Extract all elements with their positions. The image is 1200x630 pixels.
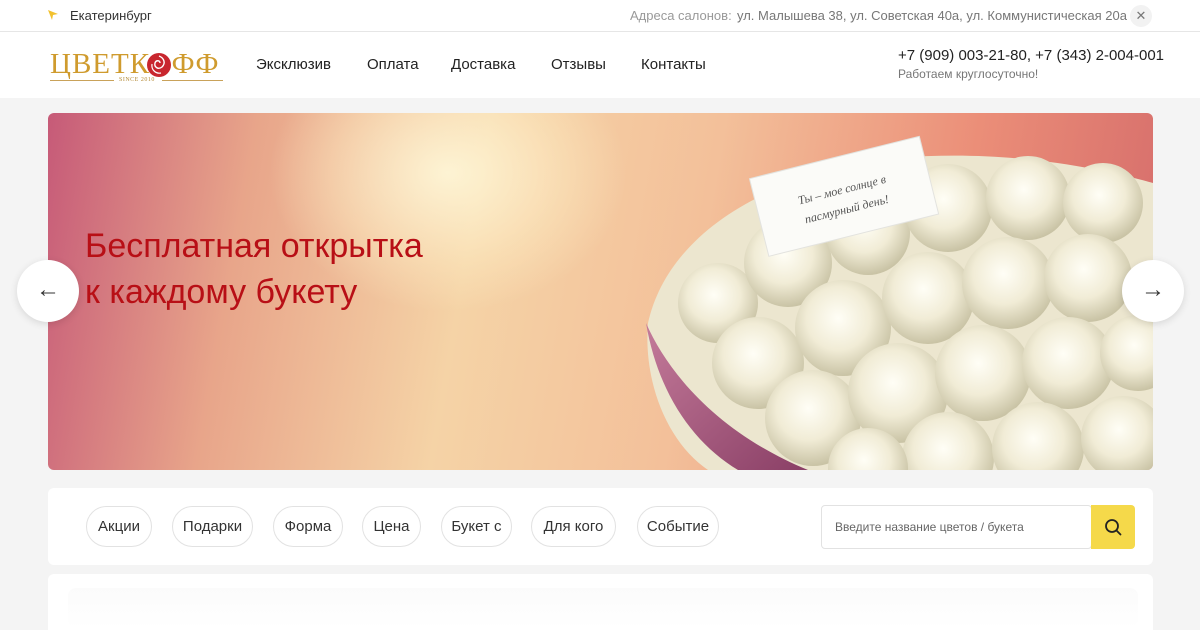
filter-chip-bouquet-with[interactable]: Букет с <box>441 506 512 547</box>
address-label: Адреса салонов: <box>630 8 732 23</box>
phone-numbers[interactable]: +7 (909) 003-21-80, +7 (343) 2-004-001 <box>898 47 1164 64</box>
slider-prev-button[interactable]: ← <box>17 260 79 322</box>
city-selector[interactable]: Екатеринбург <box>70 8 152 23</box>
salon-addresses: ул. Малышева 38, ул. Советская 40а, ул. … <box>737 8 1127 23</box>
rose-icon <box>147 53 171 77</box>
logo[interactable]: ЦВЕТКОФФ SINCE 2010 <box>50 48 225 88</box>
search-input[interactable] <box>822 506 1092 548</box>
slider-next-button[interactable]: → <box>1122 260 1184 322</box>
nav-payment[interactable]: Оплата <box>367 56 419 73</box>
top-bar: Екатеринбург Адреса салонов: ул. Малышев… <box>0 0 1200 32</box>
catalog-placeholder <box>68 588 1138 628</box>
nav-exclusive[interactable]: Эксклюзив <box>256 56 331 73</box>
logo-since: SINCE 2010 <box>119 77 155 83</box>
banner-title-line-2: к каждому букету <box>85 273 358 311</box>
filter-chip-price[interactable]: Цена <box>362 506 421 547</box>
filter-chip-gifts[interactable]: Подарки <box>172 506 253 547</box>
filter-bar: Акции Подарки Форма Цена Букет с Для ког… <box>48 488 1153 565</box>
nav-contacts[interactable]: Контакты <box>641 56 706 73</box>
filter-chip-shape[interactable]: Форма <box>273 506 343 547</box>
logo-divider-right <box>162 80 223 81</box>
logo-divider-left <box>50 80 114 81</box>
nav-reviews[interactable]: Отзывы <box>551 56 606 73</box>
working-hours: Работаем круглосуточно! <box>898 67 1039 81</box>
location-arrow-icon[interactable] <box>47 9 59 21</box>
promo-banner[interactable]: Ты – мое солнце в пасмурный день! Беспла… <box>48 113 1153 470</box>
banner-title-line-1: Бесплатная открытка <box>85 227 423 265</box>
search-box <box>821 505 1092 549</box>
close-icon[interactable]: ✕ <box>1130 5 1152 27</box>
white-roses-bouquet-image: Ты – мое солнце в пасмурный день! <box>646 135 1153 470</box>
header: ЦВЕТКОФФ SINCE 2010 Эксклюзив Оплата Дос… <box>0 32 1200 98</box>
catalog-panel <box>48 574 1153 630</box>
search-icon <box>1105 519 1122 536</box>
search-button[interactable] <box>1091 505 1135 549</box>
nav-delivery[interactable]: Доставка <box>451 56 515 73</box>
filter-chip-promotions[interactable]: Акции <box>86 506 152 547</box>
banner-title: Бесплатная открытка к каждому букету <box>85 223 423 315</box>
filter-chip-occasion[interactable]: Событие <box>637 506 719 547</box>
filter-chip-for-whom[interactable]: Для кого <box>531 506 616 547</box>
